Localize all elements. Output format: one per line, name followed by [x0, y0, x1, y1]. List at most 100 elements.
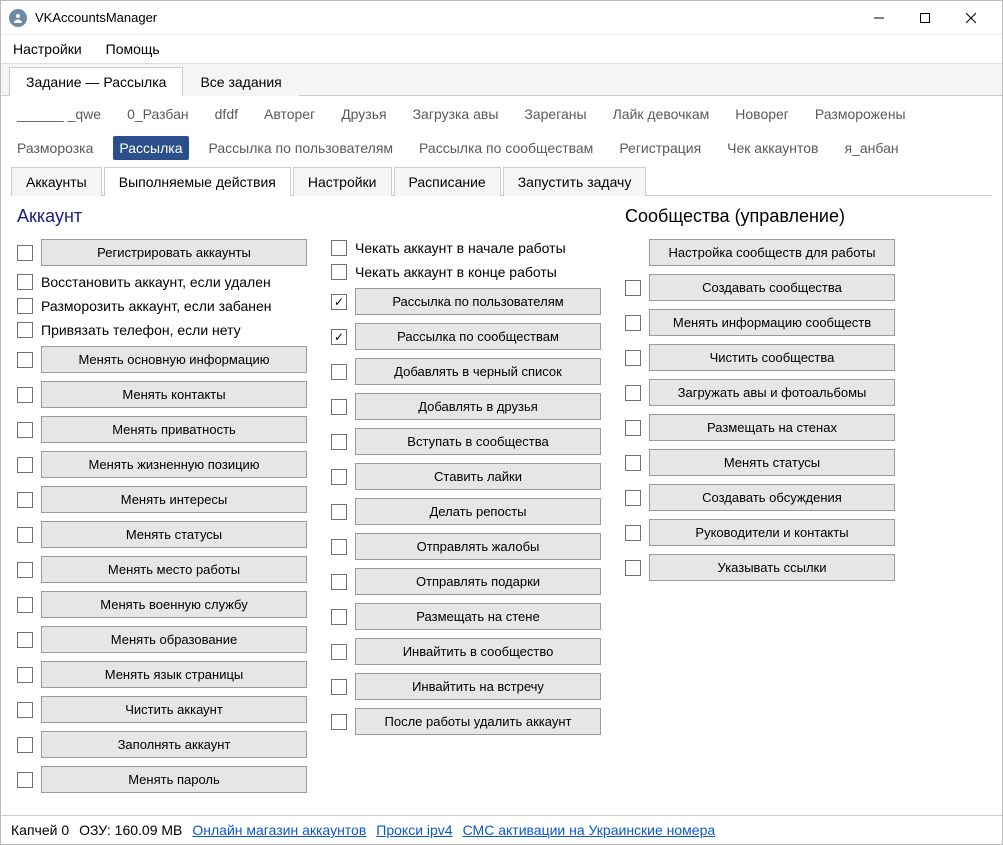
col1-checkbox-15[interactable] — [17, 737, 33, 753]
task-tab-12[interactable]: Рассылка по пользователям — [203, 136, 400, 160]
col3-checkbox-3[interactable] — [625, 350, 641, 366]
col2-checkbox-7[interactable] — [331, 469, 347, 485]
col1-button-6[interactable]: Менять приватность — [41, 416, 307, 443]
col1-button-5[interactable]: Менять контакты — [41, 381, 307, 408]
col2-checkbox-14[interactable] — [331, 714, 347, 730]
col3-button-2[interactable]: Менять информацию сообществ — [649, 309, 895, 336]
minimize-button[interactable] — [856, 3, 902, 33]
task-tab-3[interactable]: Авторег — [258, 102, 321, 126]
task-tab-4[interactable]: Друзья — [335, 102, 392, 126]
task-tab-6[interactable]: Зареганы — [518, 102, 592, 126]
col2-checkbox-4[interactable] — [331, 364, 347, 380]
col1-button-0[interactable]: Регистрировать аккаунты — [41, 239, 307, 266]
col3-checkbox-5[interactable] — [625, 420, 641, 436]
col3-button-4[interactable]: Загружать авы и фотоальбомы — [649, 379, 895, 406]
col3-button-5[interactable]: Размещать на стенах — [649, 414, 895, 441]
col2-button-6[interactable]: Вступать в сообщества — [355, 428, 601, 455]
task-tab-7[interactable]: Лайк девочкам — [607, 102, 716, 126]
col3-checkbox-1[interactable] — [625, 280, 641, 296]
task-tab-5[interactable]: Загрузка авы — [407, 102, 505, 126]
col1-button-16[interactable]: Менять пароль — [41, 766, 307, 793]
col1-checkbox-9[interactable] — [17, 527, 33, 543]
col2-checkbox-11[interactable] — [331, 609, 347, 625]
col1-checkbox-1[interactable] — [17, 274, 33, 290]
col2-button-4[interactable]: Добавлять в черный список — [355, 358, 601, 385]
task-tab-9[interactable]: Разморожены — [809, 102, 912, 126]
col3-checkbox-6[interactable] — [625, 455, 641, 471]
col1-checkbox-13[interactable] — [17, 667, 33, 683]
sub-tab-1[interactable]: Выполняемые действия — [104, 167, 291, 196]
col1-button-9[interactable]: Менять статусы — [41, 521, 307, 548]
task-tab-0[interactable]: ______ _qwe — [11, 102, 107, 126]
sub-tab-0[interactable]: Аккаунты — [11, 167, 102, 196]
col1-checkbox-0[interactable] — [17, 245, 33, 261]
task-tab-8[interactable]: Новорег — [729, 102, 795, 126]
col3-checkbox-2[interactable] — [625, 315, 641, 331]
menu-help[interactable]: Помощь — [102, 39, 164, 59]
sub-tab-2[interactable]: Настройки — [293, 167, 392, 196]
task-tab-10[interactable]: Разморозка — [11, 136, 99, 160]
col1-checkbox-16[interactable] — [17, 772, 33, 788]
col3-checkbox-4[interactable] — [625, 385, 641, 401]
col3-checkbox-9[interactable] — [625, 560, 641, 576]
col3-button-1[interactable]: Создавать сообщества — [649, 274, 895, 301]
status-link-sms[interactable]: СМС активации на Украинские номера — [463, 822, 716, 838]
col1-checkbox-5[interactable] — [17, 387, 33, 403]
col2-button-10[interactable]: Отправлять подарки — [355, 568, 601, 595]
status-link-proxy[interactable]: Прокси ipv4 — [376, 822, 452, 838]
col1-checkbox-6[interactable] — [17, 422, 33, 438]
col2-button-13[interactable]: Инвайтить на встречу — [355, 673, 601, 700]
col3-button-8[interactable]: Руководители и контакты — [649, 519, 895, 546]
col3-checkbox-8[interactable] — [625, 525, 641, 541]
col2-checkbox-8[interactable] — [331, 504, 347, 520]
col2-button-12[interactable]: Инвайтить в сообщество — [355, 638, 601, 665]
col2-button-11[interactable]: Размещать на стене — [355, 603, 601, 630]
col1-button-11[interactable]: Менять военную службу — [41, 591, 307, 618]
col1-button-4[interactable]: Менять основную информацию — [41, 346, 307, 373]
col3-button-3[interactable]: Чистить сообщества — [649, 344, 895, 371]
col3-button-6[interactable]: Менять статусы — [649, 449, 895, 476]
task-tab-1[interactable]: 0_Разбан — [121, 102, 195, 126]
col2-checkbox-0[interactable] — [331, 240, 347, 256]
col2-checkbox-1[interactable] — [331, 264, 347, 280]
col1-checkbox-14[interactable] — [17, 702, 33, 718]
close-button[interactable] — [948, 3, 994, 33]
col2-button-7[interactable]: Ставить лайки — [355, 463, 601, 490]
status-link-shop[interactable]: Онлайн магазин аккаунтов — [192, 822, 366, 838]
col1-button-12[interactable]: Менять образование — [41, 626, 307, 653]
col2-checkbox-5[interactable] — [331, 399, 347, 415]
menu-settings[interactable]: Настройки — [9, 39, 86, 59]
col1-checkbox-12[interactable] — [17, 632, 33, 648]
col1-checkbox-10[interactable] — [17, 562, 33, 578]
task-tab-13[interactable]: Рассылка по сообществам — [413, 136, 599, 160]
task-tab-16[interactable]: я_анбан — [838, 136, 904, 160]
col2-checkbox-12[interactable] — [331, 644, 347, 660]
col1-checkbox-3[interactable] — [17, 322, 33, 338]
col3-checkbox-7[interactable] — [625, 490, 641, 506]
col1-button-7[interactable]: Менять жизненную позицию — [41, 451, 307, 478]
col1-button-15[interactable]: Заполнять аккаунт — [41, 731, 307, 758]
col2-button-2[interactable]: Рассылка по пользователям — [355, 288, 601, 315]
col1-checkbox-4[interactable] — [17, 352, 33, 368]
col3-button-0[interactable]: Настройка сообществ для работы — [649, 239, 895, 266]
maximize-button[interactable] — [902, 3, 948, 33]
col2-button-14[interactable]: После работы удалить аккаунт — [355, 708, 601, 735]
task-tab-14[interactable]: Регистрация — [613, 136, 707, 160]
col2-checkbox-9[interactable] — [331, 539, 347, 555]
col2-checkbox-10[interactable] — [331, 574, 347, 590]
task-tab-15[interactable]: Чек аккаунтов — [721, 136, 824, 160]
col2-button-9[interactable]: Отправлять жалобы — [355, 533, 601, 560]
col2-button-8[interactable]: Делать репосты — [355, 498, 601, 525]
col1-button-14[interactable]: Чистить аккаунт — [41, 696, 307, 723]
col2-checkbox-2[interactable] — [331, 294, 347, 310]
task-tab-2[interactable]: dfdf — [209, 102, 244, 126]
col2-button-3[interactable]: Рассылка по сообществам — [355, 323, 601, 350]
col3-button-9[interactable]: Указывать ссылки — [649, 554, 895, 581]
col2-checkbox-13[interactable] — [331, 679, 347, 695]
col1-button-13[interactable]: Менять язык страницы — [41, 661, 307, 688]
col1-button-10[interactable]: Менять место работы — [41, 556, 307, 583]
sub-tab-3[interactable]: Расписание — [394, 167, 501, 196]
col3-button-7[interactable]: Создавать обсуждения — [649, 484, 895, 511]
col2-checkbox-6[interactable] — [331, 434, 347, 450]
col2-button-5[interactable]: Добавлять в друзья — [355, 393, 601, 420]
